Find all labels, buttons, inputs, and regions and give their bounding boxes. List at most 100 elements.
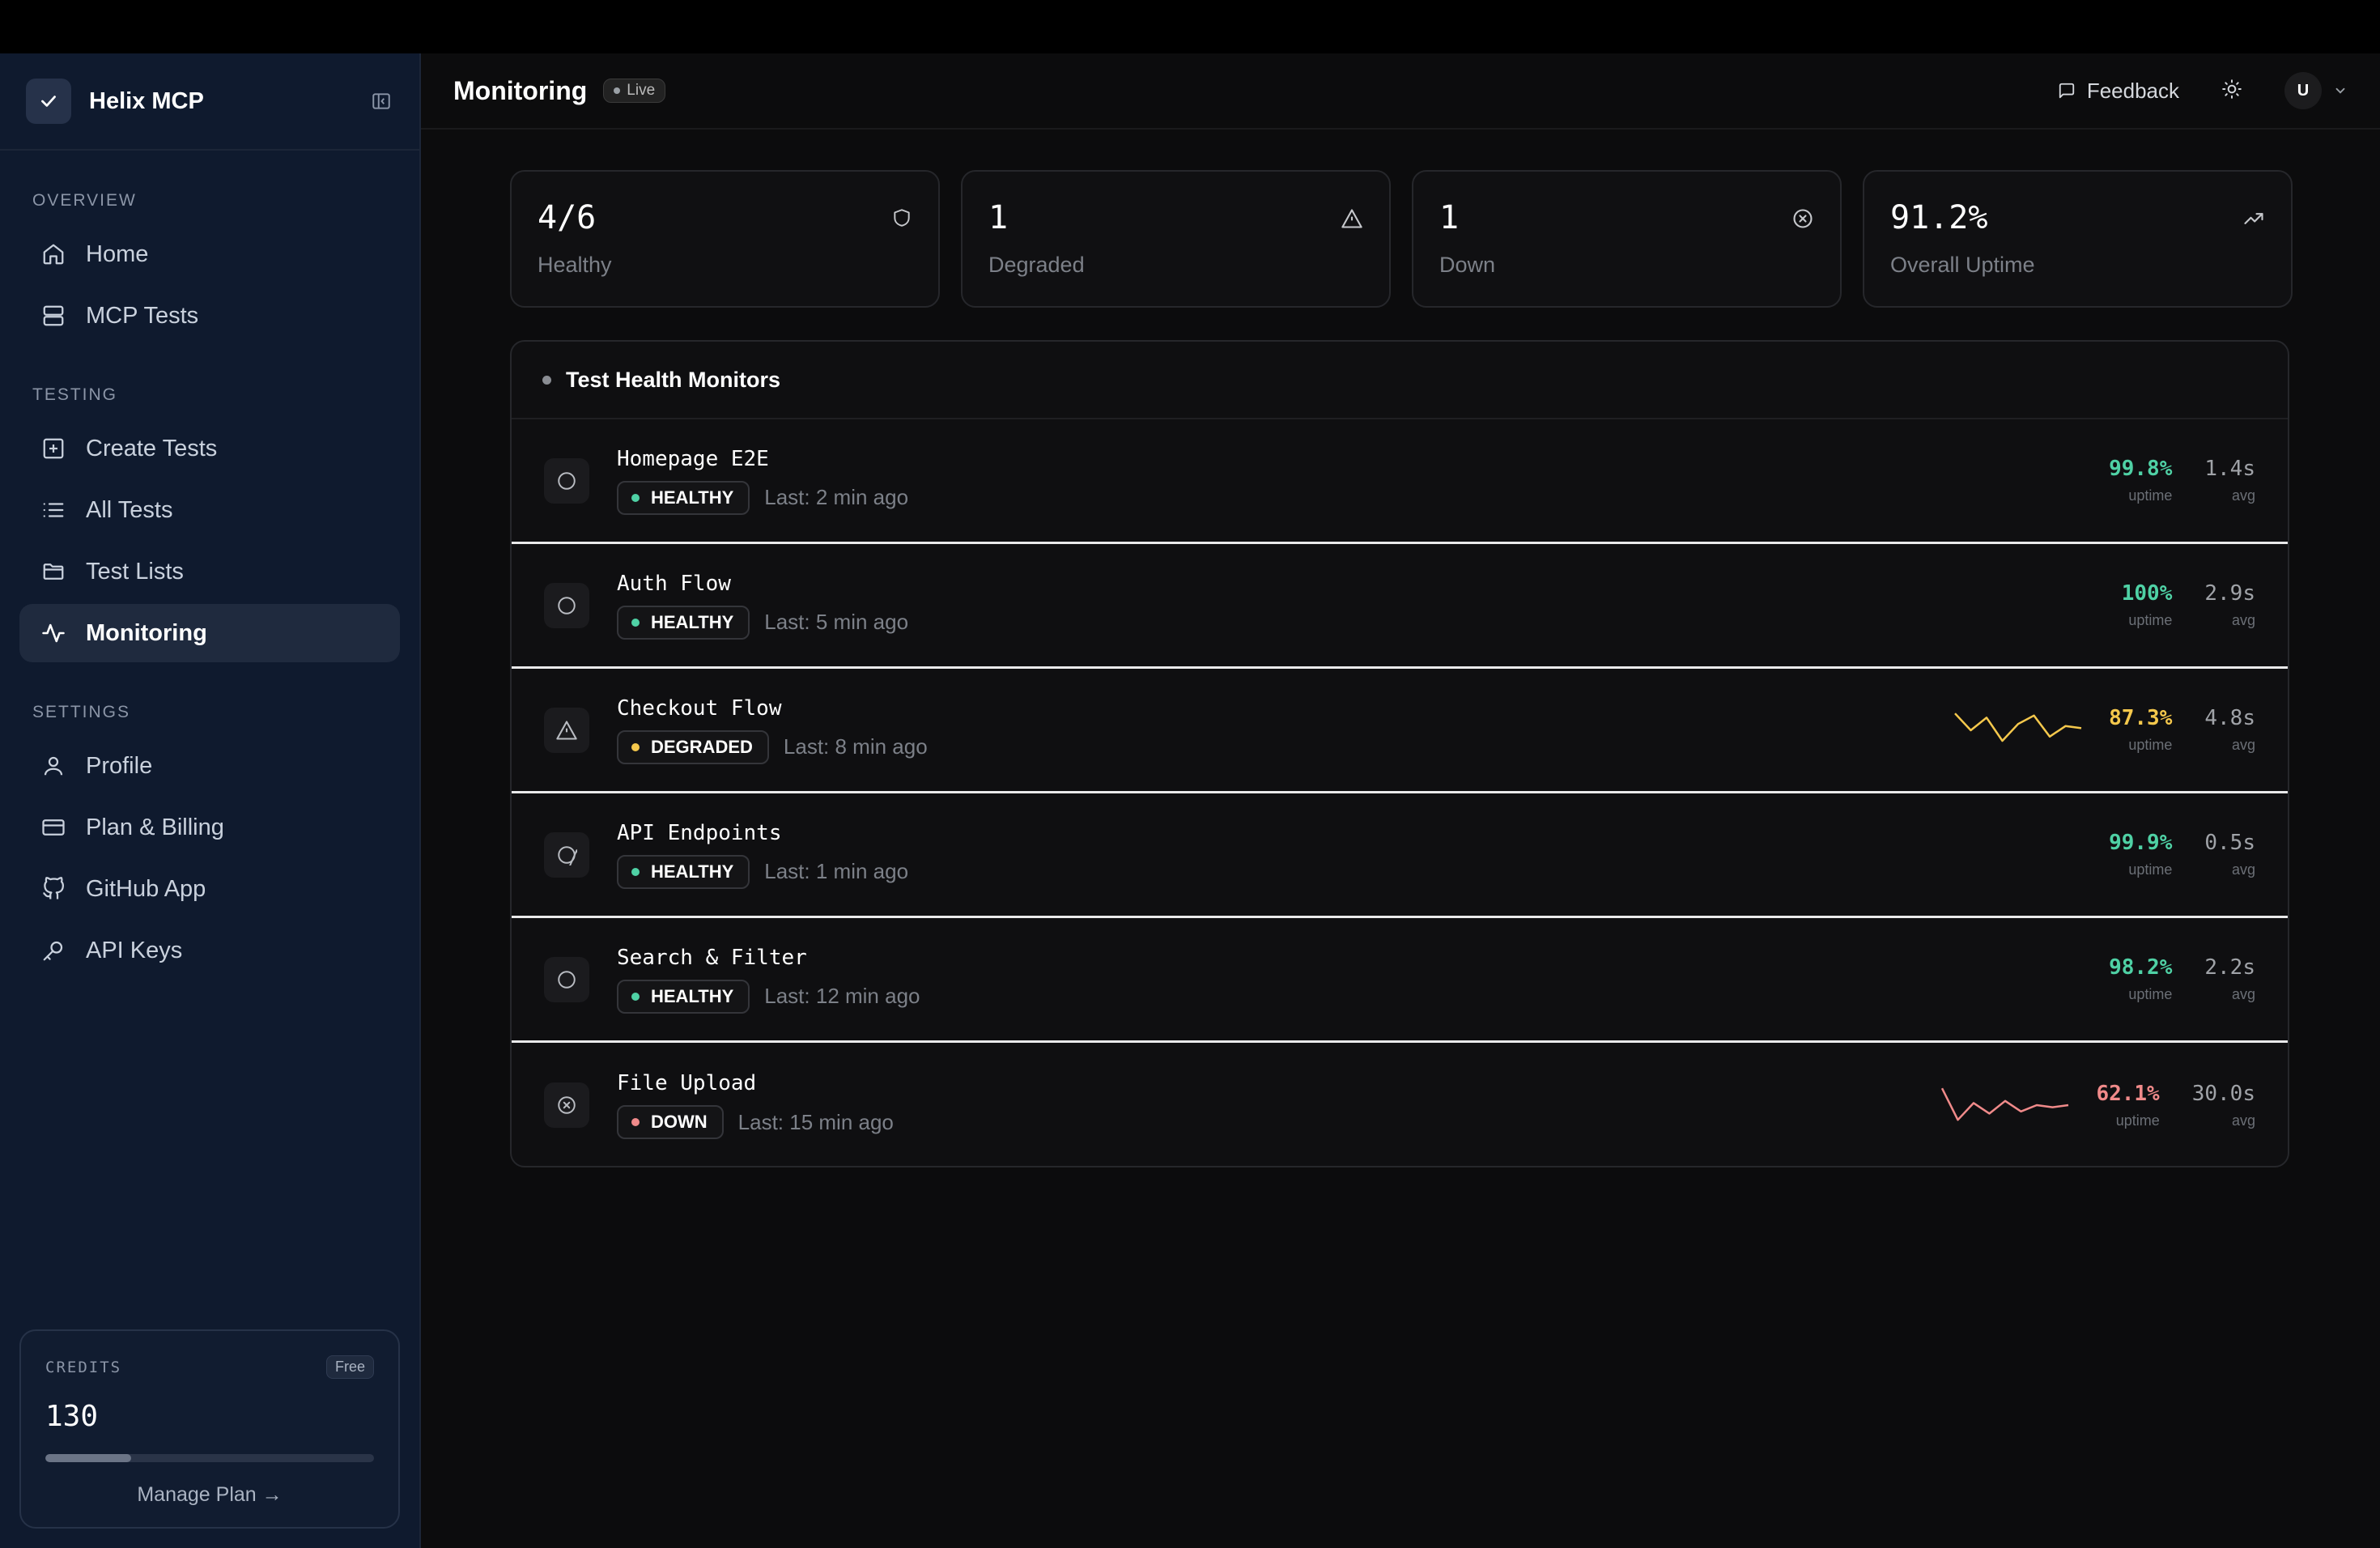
uptime-label: uptime [2128,861,2173,878]
list-icon [40,497,66,523]
avg-label: avg [2231,861,2255,878]
avg-metric: 30.0s avg [2192,1082,2255,1129]
monitor-meta: HEALTHY Last: 2 min ago [617,480,908,515]
uptime-metric: 98.2% uptime [2109,955,2172,1003]
last-run: Last: 1 min ago [764,859,909,883]
monitor-name: File Upload [617,1071,757,1095]
monitor-row[interactable]: API Endpoints HEALTHY Last: 1 min ago 99… [512,793,2288,918]
monitor-meta: HEALTHY Last: 12 min ago [617,979,920,1014]
avg-label: avg [2231,1112,2255,1129]
sidebar-collapse-button[interactable] [369,89,393,113]
sidebar-item-mcp-tests[interactable]: MCP Tests [19,287,400,345]
sidebar-item-label: Plan & Billing [86,814,224,840]
server-icon [40,303,66,329]
monitor-name: Auth Flow [617,571,731,596]
live-badge: Live [603,79,666,103]
credit-card-icon [40,814,66,840]
uptime-value: 100% [2121,581,2173,606]
monitor-row[interactable]: Search & Filter HEALTHY Last: 12 min ago… [512,918,2288,1043]
avg-label: avg [2231,612,2255,628]
credits-card: CREDITS Free 130 Manage Plan → [19,1329,400,1529]
sparkline-chart [1952,831,2085,879]
credits-progress-fill [45,1454,131,1462]
sparkline-chart [1952,457,2085,505]
monitor-meta: DEGRADED Last: 8 min ago [617,729,928,764]
live-label: Live [627,82,656,99]
feedback-button[interactable]: Feedback [2058,79,2179,104]
message-square-icon [2059,83,2074,99]
sidebar-item-label: API Keys [86,937,183,963]
manage-plan-link[interactable]: Manage Plan → [45,1483,374,1507]
sparkline-chart [1954,712,2082,742]
credits-progress-bar [45,1454,374,1462]
sidebar-item-label: Create Tests [86,435,218,461]
stat-label: Down [1439,253,1496,277]
credits-label: CREDITS [45,1358,122,1376]
brand-logo[interactable] [26,79,71,124]
stats-row: 4/6 Healthy 1 Degraded 1 Down 91.2% Over… [510,170,2293,308]
sidebar-section-testing: TESTING Create Tests All Tests Test List… [0,385,419,662]
uptime-value: 87.3% [2109,706,2173,730]
sidebar-item-api-keys[interactable]: API Keys [19,921,400,980]
stat-value: 1 [1439,199,1460,236]
monitor-row[interactable]: Homepage E2E HEALTHY Last: 2 min ago 99.… [512,419,2288,544]
status-badge: DOWN [617,1105,724,1139]
sidebar-item-home[interactable]: Home [19,225,400,283]
section-label: SETTINGS [32,703,131,721]
plan-badge: Free [325,1355,374,1379]
uptime-value: 62.1% [2096,1081,2160,1106]
sidebar-item-label: Test Lists [86,558,184,585]
status-dot-icon [631,992,640,1001]
monitor-name: Checkout Flow [617,695,782,721]
monitor-row[interactable]: File Upload DOWN Last: 15 min ago 62.1% … [512,1043,2288,1166]
monitor-list: Homepage E2E HEALTHY Last: 2 min ago 99.… [512,419,2288,1166]
monitor-info: File Upload DOWN Last: 15 min ago [617,1071,894,1139]
status-label: DEGRADED [651,736,753,757]
uptime-label: uptime [2115,1112,2160,1129]
avg-label: avg [2231,487,2255,504]
status-label: HEALTHY [651,861,734,882]
monitor-info: Search & Filter HEALTHY Last: 12 min ago [617,946,920,1014]
monitor-meta: HEALTHY Last: 5 min ago [617,605,909,640]
avg-value: 0.5s [2204,831,2255,855]
monitor-metrics: 87.3% uptime 4.8s avg [1952,669,2255,791]
sidebar-item-profile[interactable]: Profile [19,737,400,795]
sparkline-chart [1941,1087,2069,1121]
theme-toggle-button[interactable] [2221,79,2242,104]
stat-card-uptime: 91.2% Overall Uptime [1863,170,2293,308]
sidebar-item-plan-billing[interactable]: Plan & Billing [19,798,400,857]
feedback-label: Feedback [2086,78,2179,103]
sidebar-item-monitoring[interactable]: Monitoring [19,604,400,662]
avg-metric: 2.2s avg [2204,955,2255,1003]
monitor-name: Homepage E2E [617,446,769,471]
monitors-panel: Test Health Monitors Homepage E2E HEALTH… [510,340,2289,1167]
avg-value: 2.9s [2204,581,2255,606]
chevron-down-icon[interactable] [2333,83,2348,98]
stat-value: 4/6 [538,199,597,236]
sidebar-item-create-tests[interactable]: Create Tests [19,419,400,478]
uptime-label: uptime [2128,737,2173,753]
github-icon [40,876,66,902]
monitor-row[interactable]: Checkout Flow DEGRADED Last: 8 min ago 8… [512,669,2288,793]
monitor-metrics: 99.8% uptime 1.4s avg [1952,419,2255,542]
user-avatar[interactable]: U [2284,72,2322,109]
check-circle-icon [544,457,589,504]
sidebar-item-all-tests[interactable]: All Tests [19,481,400,539]
last-run: Last: 15 min ago [737,1109,894,1134]
monitor-info: Auth Flow HEALTHY Last: 5 min ago [617,572,908,640]
last-run: Last: 5 min ago [764,610,909,634]
uptime-metric: 99.8% uptime [2109,457,2172,504]
activity-icon [40,620,66,646]
stat-card-degraded: 1 Degraded [961,170,1391,308]
x-circle-icon [1793,209,1813,228]
stat-label: Degraded [988,253,1085,277]
status-label: HEALTHY [651,611,734,632]
sidebar-item-github-app[interactable]: GitHub App [19,860,400,918]
credits-header: CREDITS Free [45,1355,374,1379]
monitor-row[interactable]: Auth Flow HEALTHY Last: 5 min ago 100% u… [512,544,2288,669]
uptime-label: uptime [2128,487,2173,504]
sidebar: Helix MCP OVERVIEW Home MCP Tests TESTIN… [0,53,421,1548]
sidebar-item-label: MCP Tests [86,302,199,329]
sidebar-item-test-lists[interactable]: Test Lists [19,542,400,601]
last-run: Last: 8 min ago [783,734,928,759]
